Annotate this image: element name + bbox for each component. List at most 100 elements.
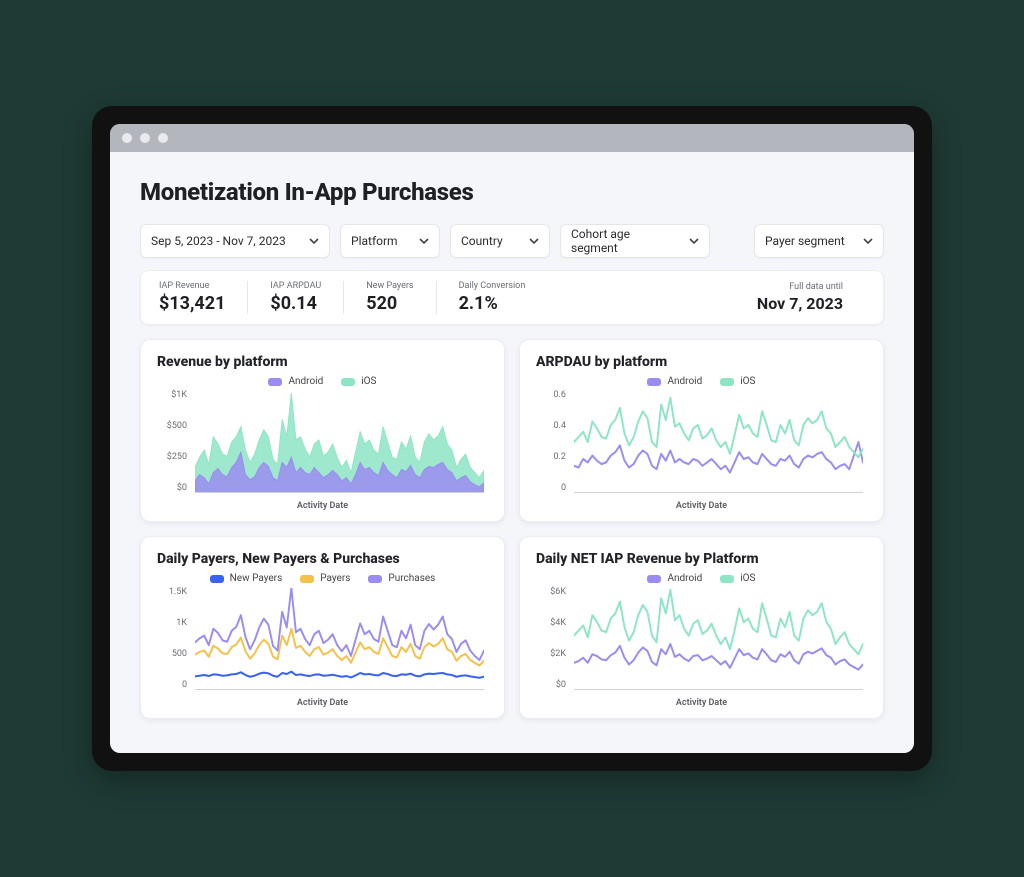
titlebar — [110, 124, 914, 152]
chart-plot: $1K $500 $250 $0 Activity Date — [157, 391, 488, 511]
window-dot-icon — [140, 133, 150, 143]
y-axis: 0.6 0.4 0.2 0 — [536, 391, 570, 493]
chart-plot: 1.5K 1K 500 0 Activity Date — [157, 588, 488, 708]
y-tick: 0 — [536, 484, 570, 493]
chevron-down-icon — [529, 236, 539, 246]
x-axis-label: Activity Date — [157, 698, 488, 708]
y-axis: 1.5K 1K 500 0 — [157, 588, 191, 690]
kpi-daily-conversion: Daily Conversion 2.1% — [436, 281, 548, 314]
card-daily-payers: Daily Payers, New Payers & Purchases New… — [140, 536, 505, 719]
legend-label: Payers — [320, 573, 350, 584]
legend-ios: iOS — [720, 573, 755, 584]
x-axis-label: Activity Date — [536, 698, 867, 708]
legend-ios: iOS — [341, 376, 376, 387]
kpi-label: IAP ARPDAU — [270, 281, 321, 291]
window-dot-icon — [158, 133, 168, 143]
y-tick: $500 — [157, 422, 191, 431]
filter-bar: Sep 5, 2023 - Nov 7, 2023 Platform Count… — [140, 224, 884, 258]
legend-label: Android — [288, 376, 323, 387]
card-title: Revenue by platform — [157, 354, 488, 370]
y-tick: $0 — [536, 681, 570, 690]
legend-label: Android — [667, 573, 702, 584]
charts-grid: Revenue by platform Android iOS $1K $500… — [140, 339, 884, 719]
legend-label: Android — [667, 376, 702, 387]
spacer — [720, 224, 744, 258]
chart-legend: New Payers Payers Purchases — [157, 573, 488, 584]
legend-new-payers: New Payers — [210, 573, 283, 584]
chart-legend: Android iOS — [157, 376, 488, 387]
card-net-iap-revenue: Daily NET IAP Revenue by Platform Androi… — [519, 536, 884, 719]
legend-android: Android — [647, 573, 702, 584]
x-axis-line — [574, 689, 863, 690]
chevron-down-icon — [309, 236, 319, 246]
x-axis-label: Activity Date — [536, 501, 867, 511]
y-tick: 0 — [157, 681, 191, 690]
chevron-down-icon — [863, 236, 873, 246]
swatch-icon — [368, 575, 382, 583]
card-revenue-by-platform: Revenue by platform Android iOS $1K $500… — [140, 339, 505, 522]
legend-label: iOS — [740, 376, 755, 387]
kpi-new-payers: New Payers 520 — [343, 281, 435, 314]
filter-platform[interactable]: Platform — [340, 224, 440, 258]
filter-payer-segment[interactable]: Payer segment — [754, 224, 884, 258]
chart-legend: Android iOS — [536, 573, 867, 584]
chart-plot: 0.6 0.4 0.2 0 Activity Date — [536, 391, 867, 511]
browser-window: Monetization In-App Purchases Sep 5, 202… — [110, 124, 914, 753]
y-tick: 0.6 — [536, 391, 570, 400]
kpi-value: 2.1% — [459, 293, 526, 314]
x-axis-label: Activity Date — [157, 501, 488, 511]
kpi-value: 520 — [366, 293, 413, 314]
legend-android: Android — [647, 376, 702, 387]
y-tick: 0.4 — [536, 422, 570, 431]
swatch-icon — [720, 575, 734, 583]
x-axis-line — [195, 689, 484, 690]
chart-legend: Android iOS — [536, 376, 867, 387]
window-dot-icon — [122, 133, 132, 143]
y-tick: $6K — [536, 588, 570, 597]
y-axis: $1K $500 $250 $0 — [157, 391, 191, 493]
filter-country[interactable]: Country — [450, 224, 550, 258]
kpi-label: Full data until — [757, 282, 843, 292]
legend-payers: Payers — [300, 573, 350, 584]
legend-label: Purchases — [388, 573, 435, 584]
plot-area — [574, 391, 863, 493]
card-title: ARPDAU by platform — [536, 354, 867, 370]
y-tick: 1.5K — [157, 588, 191, 597]
filter-date-range[interactable]: Sep 5, 2023 - Nov 7, 2023 — [140, 224, 330, 258]
filter-payer-label: Payer segment — [765, 234, 845, 248]
filter-country-label: Country — [461, 234, 503, 248]
swatch-icon — [300, 575, 314, 583]
page-title: Monetization In-App Purchases — [140, 178, 884, 206]
kpi-arpdau: IAP ARPDAU $0.14 — [247, 281, 343, 314]
legend-label: New Payers — [230, 573, 283, 584]
filter-cohort-segment[interactable]: Cohort age segment — [560, 224, 710, 258]
filter-cohort-label: Cohort age segment — [571, 227, 675, 255]
y-tick: $250 — [157, 453, 191, 462]
legend-label: iOS — [740, 573, 755, 584]
chevron-down-icon — [689, 236, 699, 246]
kpi-label: New Payers — [366, 281, 413, 291]
kpi-label: IAP Revenue — [159, 281, 225, 291]
x-axis-line — [574, 492, 863, 493]
swatch-icon — [720, 378, 734, 386]
y-tick: $0 — [157, 484, 191, 493]
dashboard-content: Monetization In-App Purchases Sep 5, 202… — [110, 152, 914, 753]
kpi-label: Daily Conversion — [459, 281, 526, 291]
filter-date-label: Sep 5, 2023 - Nov 7, 2023 — [151, 234, 286, 248]
swatch-icon — [268, 378, 282, 386]
device-frame: Monetization In-App Purchases Sep 5, 202… — [92, 106, 932, 771]
kpi-value: $0.14 — [270, 293, 321, 314]
card-title: Daily NET IAP Revenue by Platform — [536, 551, 867, 567]
filter-platform-label: Platform — [351, 234, 398, 248]
y-tick: $2K — [536, 650, 570, 659]
y-tick: $4K — [536, 619, 570, 628]
legend-label: iOS — [361, 376, 376, 387]
chart-plot: $6K $4K $2K $0 Activity Date — [536, 588, 867, 708]
chevron-down-icon — [419, 236, 429, 246]
kpi-full-data-until: Full data until Nov 7, 2023 — [757, 282, 865, 313]
swatch-icon — [210, 575, 224, 583]
y-tick: 500 — [157, 650, 191, 659]
swatch-icon — [647, 575, 661, 583]
plot-area — [195, 391, 484, 493]
plot-area — [195, 588, 484, 690]
